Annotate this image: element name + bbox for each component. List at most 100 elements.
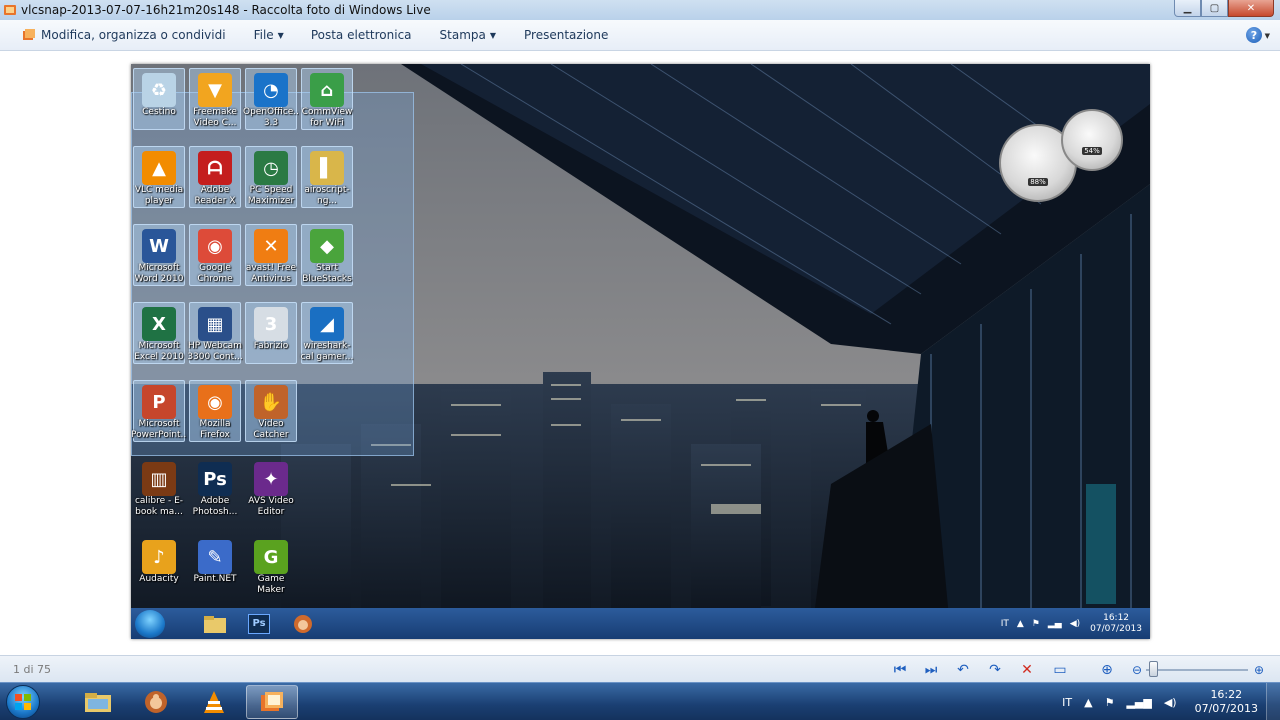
desktop-icon[interactable]: X Microsoft Excel 2010 [133,302,185,364]
taskbar-video-catcher-button[interactable] [130,685,182,719]
taskbar-explorer-button[interactable] [72,685,124,719]
desktop-icon[interactable]: 3 Fabrizio [245,302,297,364]
network-signal-icon[interactable]: ▂▄▆ [1126,696,1151,709]
inner-clock: 16:12 07/07/2013 [1090,613,1142,635]
desktop-icon[interactable]: W Microsoft Word 2010 [133,224,185,286]
menu-stampa[interactable]: Stampa ▼ [440,20,497,50]
slideshow-button[interactable]: ▭ [1050,660,1070,680]
desktop-icon[interactable]: ▌ airoscript-ng... [301,146,353,208]
menu-modifica[interactable]: Modifica, organizza o condividi [22,20,226,50]
taskbar-vlc-button[interactable] [188,685,240,719]
show-desktop-button[interactable] [1266,683,1280,720]
desktop-icon[interactable]: G Game Maker [245,536,297,598]
zoom-in-icon: ⊕ [1253,663,1265,677]
desktop-icon[interactable]: ◆ Start BlueStacks [301,224,353,286]
desktop-icon[interactable]: ♪ Audacity [133,536,185,598]
taskbar-clock[interactable]: 16:22 07/07/2013 [1195,688,1258,716]
freemake-icon: ▼ [198,73,232,107]
menu-posta-label: Posta elettronica [310,28,412,42]
calibre-icon: ▥ [142,462,176,496]
photo-viewer: ♻ Cestino ▼ Freemake Video C... ◔ OpenOffice.… [0,51,1280,655]
desktop-icon[interactable]: ✎ Paint.NET [189,536,241,598]
desktop-icon-label: Mozilla Firefox [199,419,231,440]
inner-date: 07/07/2013 [1090,623,1142,634]
actual-size-button[interactable]: ⊕ [1097,660,1117,680]
cpu-percent: 88% [1028,178,1048,186]
desktop-icon-label: Google Chrome [197,263,233,284]
desktop-icon[interactable]: ♻ Cestino [133,68,185,130]
desktop-icon[interactable]: P Microsoft PowerPoint... [131,380,187,442]
desktop-icon[interactable]: ▲ VLC media player [133,146,185,208]
volume-icon[interactable]: ◀) [1164,696,1177,709]
displayed-photo[interactable]: ♻ Cestino ▼ Freemake Video C... ◔ OpenOffice.… [131,64,1150,639]
desktop-icon[interactable]: ✕ avast! Free Antivirus [245,224,297,286]
photoshop-icon: Ps [198,462,232,496]
zoom-out-button[interactable]: ⊖ [1127,660,1147,680]
inner-taskbar: Ps IT ▲ ⚑ ▂▄ ◀) 16:12 07/07/2013 [131,608,1150,639]
help-button[interactable]: ? ▼ [1246,27,1270,43]
ram-meter-gadget[interactable]: 54% [1061,109,1123,171]
three-icon: 3 [254,307,288,341]
windows-taskbar: IT ▲ ⚑ ▂▄▆ ◀) 16:22 07/07/2013 [0,682,1280,720]
desktop-icon[interactable]: ▦ HP Webcam 3300 Cont... [187,302,243,364]
video-catcher-icon [145,691,167,713]
inner-flag-icon: ⚑ [1031,618,1040,629]
actual-size-icon: ⊕ [1101,662,1113,678]
language-indicator[interactable]: IT [1062,696,1072,709]
desktop-icon[interactable]: ◉ Mozilla Firefox [189,380,241,442]
desktop-icon[interactable]: ▥ calibre - E-book ma... [133,458,185,520]
show-hidden-icons-icon[interactable]: ▲ [1084,696,1092,709]
desktop-icon[interactable]: ◉ Google Chrome [189,224,241,286]
inner-time: 16:12 [1103,612,1130,623]
webcam-icon: ▦ [198,307,232,341]
recycle-bin-icon: ♻ [142,73,176,107]
rotate-left-button[interactable]: ↶ [953,660,973,680]
paintnet-icon: ✎ [198,540,232,574]
rotate-left-icon: ↶ [957,662,969,678]
desktop-icon[interactable]: ◔ OpenOffice... 3.3 [243,68,299,130]
desktop-icon[interactable]: ◢ wireshark-cal gamer... [301,302,353,364]
desktop-icon[interactable]: ⌂ CommView for WiFi [301,68,353,130]
zoom-in-button[interactable]: ⊕ [1249,660,1269,680]
ram-percent: 54% [1082,147,1102,155]
desktop-icon[interactable]: Ps Adobe Photosh... [189,458,241,520]
desktop-icon[interactable]: ᗩ Adobe Reader X [189,146,241,208]
desktop-icon-label: avast! Free Antivirus [245,263,297,284]
next-button[interactable]: ⏭ [921,660,941,680]
video-catcher-icon: ✋ [254,385,288,419]
bluestacks-icon: ◆ [310,229,344,263]
desktop-icon[interactable]: ✋ Video Catcher [245,380,297,442]
menu-file[interactable]: File ▼ [254,20,284,50]
excel-icon: X [142,307,176,341]
delete-button[interactable]: ✕ [1017,660,1037,680]
command-bar: Modifica, organizza o condividi File ▼ P… [0,20,1280,51]
menu-presentazione[interactable]: Presentazione [524,20,608,50]
adobe-reader-icon: ᗩ [198,151,232,185]
taskbar-photo-gallery-button[interactable] [246,685,298,719]
desktop-icon-label: Adobe Photosh... [192,496,238,517]
maximize-button[interactable]: ▢ [1201,0,1228,17]
desktop-icon[interactable]: ▼ Freemake Video C... [189,68,241,130]
desktop-icon-label: Freemake Video C... [193,107,237,128]
desktop-icon-label: Microsoft Word 2010 [134,263,184,284]
title-bar: vlcsnap-2013-07-07-16h21m20s148 - Raccol… [0,0,1280,20]
action-center-flag-icon[interactable]: ⚑ [1105,696,1115,709]
desktop-icon-label: Adobe Reader X [194,185,236,206]
inner-volume-icon: ◀) [1069,618,1081,629]
desktop-icon[interactable]: ◷ PC Speed Maximizer [245,146,297,208]
folder-icon [85,693,111,712]
inner-photoshop-icon: Ps [239,610,279,637]
desktop-icon-label: AVS Video Editor [248,496,294,517]
zoom-slider-thumb[interactable] [1149,661,1158,677]
minimize-button[interactable]: ▁ [1174,0,1201,17]
desktop-icon[interactable]: ✦ AVS Video Editor [245,458,297,520]
close-button[interactable]: ✕ [1228,0,1274,17]
slideshow-icon: ▭ [1053,662,1067,678]
previous-button[interactable]: ⏮ [890,660,910,680]
rotate-right-button[interactable]: ↷ [985,660,1005,680]
menu-file-label: File [253,28,274,42]
menu-modifica-label: Modifica, organizza o condividi [41,28,226,42]
start-button[interactable] [6,685,40,719]
menu-posta-elettronica[interactable]: Posta elettronica [311,20,412,50]
zoom-slider-track[interactable] [1146,669,1248,671]
